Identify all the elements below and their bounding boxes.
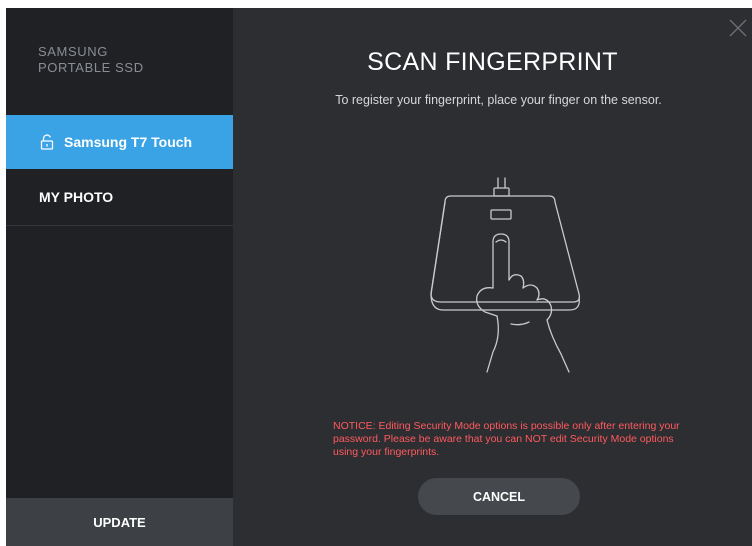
security-notice: NOTICE: Editing Security Mode options is… (333, 420, 680, 458)
page-subtitle: To register your fingerprint, place your… (335, 93, 662, 107)
fingerprint-scan-illustration (401, 176, 601, 376)
brand-line-2: PORTABLE SSD (38, 60, 144, 75)
page-title: SCAN FINGERPRINT (367, 48, 618, 76)
app-window: SAMSUNG PORTABLE SSD Samsung T7 Touch MY… (6, 8, 752, 546)
brand-logo: SAMSUNG PORTABLE SSD (38, 44, 144, 76)
sidebar-item-device[interactable]: Samsung T7 Touch (6, 115, 233, 169)
brand-line-1: SAMSUNG (38, 44, 108, 59)
sidebar-item-my-photo[interactable]: MY PHOTO (6, 169, 233, 226)
update-button[interactable]: UPDATE (6, 498, 233, 546)
close-icon[interactable] (728, 18, 748, 38)
cancel-button[interactable]: CANCEL (418, 478, 580, 515)
sidebar: SAMSUNG PORTABLE SSD Samsung T7 Touch MY… (6, 8, 233, 546)
unlock-icon (40, 134, 54, 150)
sidebar-item-device-label: Samsung T7 Touch (64, 134, 193, 150)
sidebar-item-my-photo-label: MY PHOTO (39, 189, 114, 205)
